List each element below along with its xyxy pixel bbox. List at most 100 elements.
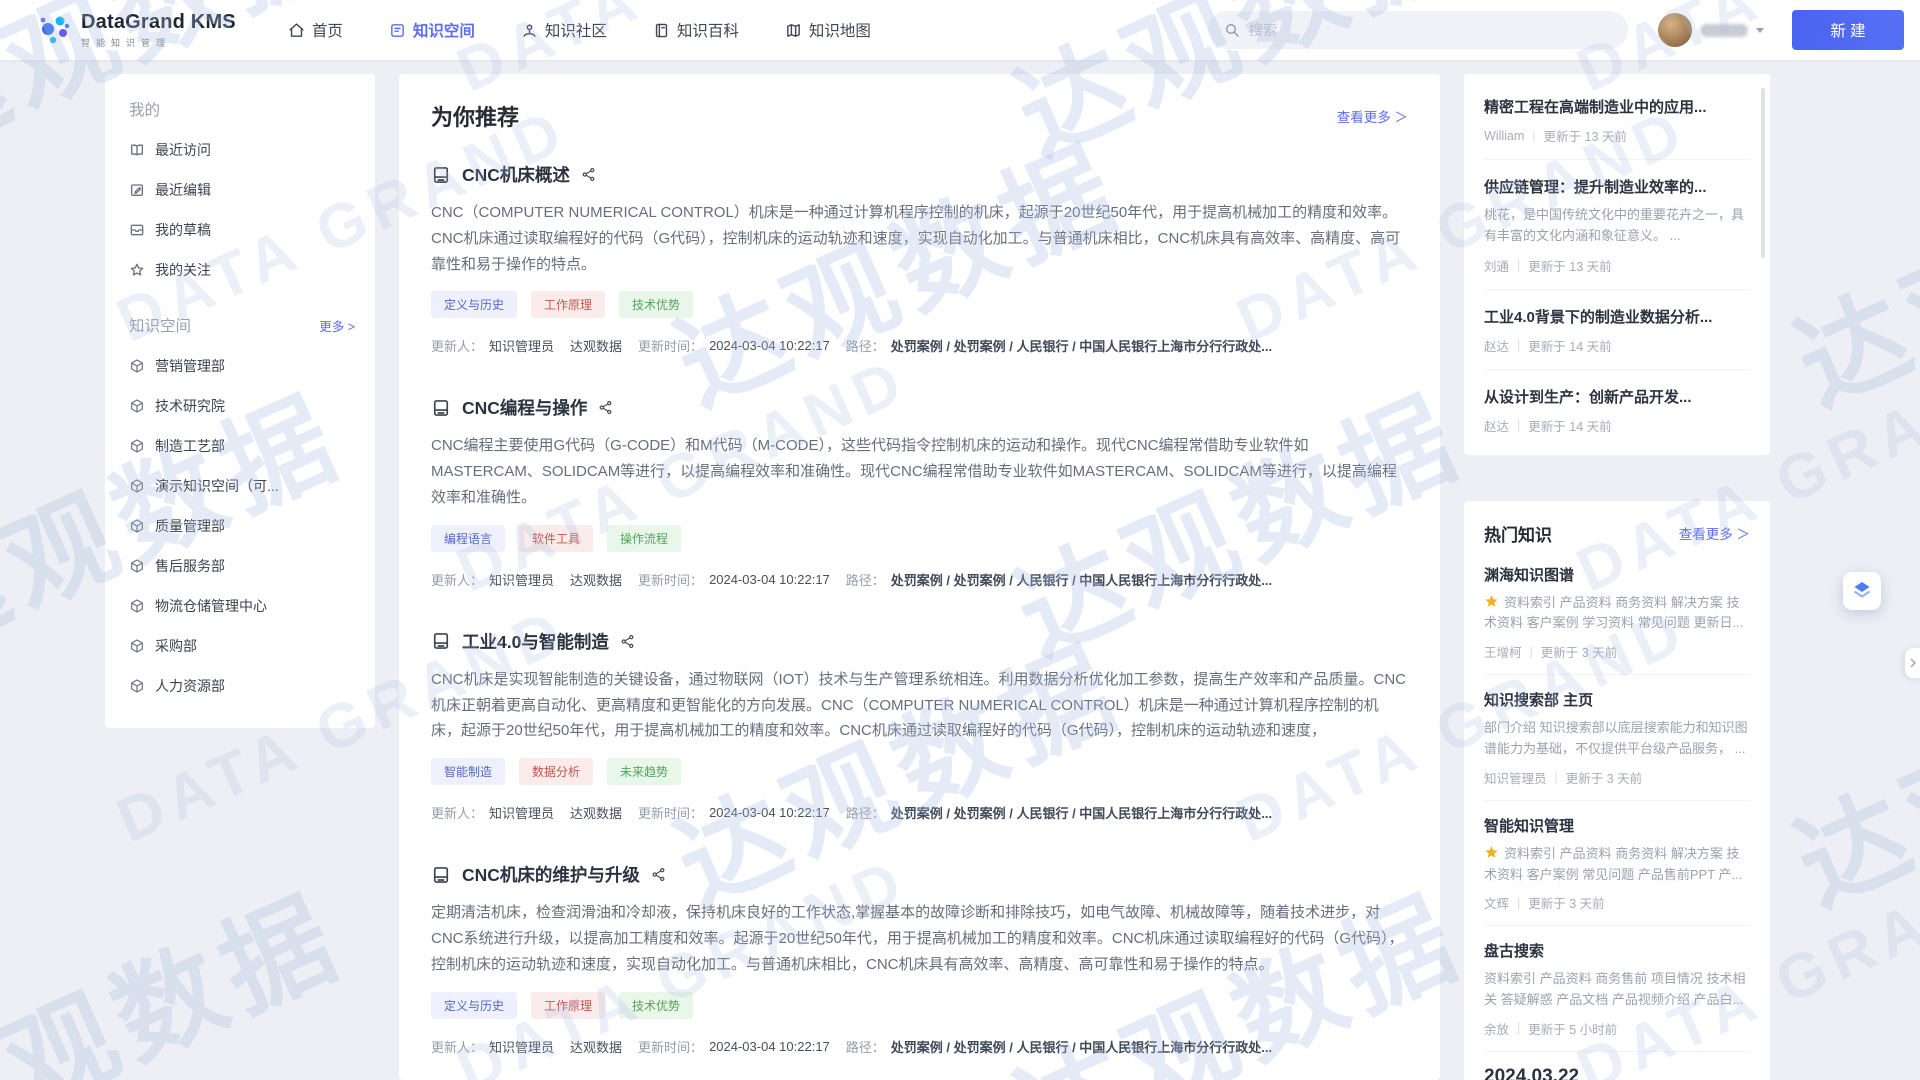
- article-description: 定期清洁机床，检查润滑油和冷却液，保持机床良好的工作状态,掌握基本的故障诊断和排…: [431, 900, 1408, 977]
- star-icon: [1484, 845, 1499, 859]
- hot-item[interactable]: 知识搜索部 主页 部门介绍 知识搜索部以底层搜索能力和知识图谱能力为基础，不仅提…: [1484, 675, 1750, 801]
- sidebar-space-logistics[interactable]: 物流仓储管理中心: [125, 586, 355, 626]
- article-meta: 更新人： 知识管理员 达观数据 更新时间： 2024-03-04 10:22:1…: [431, 570, 1408, 589]
- sidebar-space-quality[interactable]: 质量管理部: [125, 506, 355, 546]
- feed-scrollbar[interactable]: [1761, 88, 1765, 258]
- article-tag[interactable]: 软件工具: [519, 525, 593, 552]
- brand-logo[interactable]: DataGrand KMS 智能知识管理: [36, 11, 236, 49]
- article-card: CNC机床的维护与升级 定期清洁机床，检查润滑油和冷却液，保持机床良好的工作状态…: [431, 862, 1408, 1055]
- nav-label: 首页: [312, 19, 343, 41]
- view-more-link[interactable]: 查看更多 ＞: [1337, 106, 1408, 126]
- hot-item[interactable]: 智能知识管理 资料索引 产品资料 商务资料 解决方案 技术资料 客户案例 常见问…: [1484, 801, 1750, 927]
- sidebar-space-purchasing[interactable]: 采购部: [125, 626, 355, 666]
- article-tag[interactable]: 定义与历史: [431, 992, 517, 1019]
- article-tag[interactable]: 工作原理: [531, 992, 605, 1019]
- article-title[interactable]: CNC机床概述: [462, 162, 570, 187]
- article-meta: 更新人： 知识管理员 达观数据 更新时间： 2024-03-04 10:22:1…: [431, 803, 1408, 822]
- article-path[interactable]: 处罚案例 / 处罚案例 / 人民银行 / 中国人民银行上海市分行行政处...: [891, 336, 1272, 355]
- knowledge-space-icon: [389, 22, 406, 39]
- hot-item-author: 文辉: [1484, 893, 1509, 912]
- recommend-panel: 为你推荐 查看更多 ＞ CNC机床概述 CNC（COMPUTER NUMERIC…: [399, 74, 1440, 1080]
- share-icon[interactable]: [620, 634, 635, 649]
- sidebar-item-label: 营销管理部: [155, 356, 225, 376]
- article-tags: 编程语言 软件工具 操作流程: [431, 525, 1408, 552]
- nav-label: 知识空间: [413, 19, 475, 41]
- article-tags: 定义与历史 工作原理 技术优势: [431, 992, 1408, 1019]
- nav-label: 知识社区: [545, 19, 607, 41]
- article-path[interactable]: 处罚案例 / 处罚案例 / 人民银行 / 中国人民银行上海市分行行政处...: [891, 570, 1272, 589]
- document-icon: [431, 165, 451, 185]
- article-tag[interactable]: 操作流程: [607, 525, 681, 552]
- article-title[interactable]: CNC编程与操作: [462, 395, 587, 420]
- page-title: 为你推荐: [431, 100, 519, 132]
- article-tag[interactable]: 编程语言: [431, 525, 505, 552]
- feed-item-updated: 更新于 14 天前: [1528, 336, 1611, 355]
- ai-assistant-button[interactable]: [1843, 572, 1881, 610]
- sidebar-item-label: 我的关注: [155, 260, 211, 280]
- article-tag[interactable]: 技术优势: [619, 992, 693, 1019]
- nav-item-community[interactable]: 知识社区: [521, 19, 607, 41]
- nav-item-wiki[interactable]: 知识百科: [653, 19, 739, 41]
- hot-item-author: 知识管理员: [1484, 768, 1547, 787]
- hot-item[interactable]: 盘古搜索 资料索引 产品资料 商务售前 项目情况 技术相关 答疑解惑 产品文档 …: [1484, 926, 1750, 1052]
- global-search: [1208, 11, 1628, 49]
- article-path[interactable]: 处罚案例 / 处罚案例 / 人民银行 / 中国人民银行上海市分行行政处...: [891, 1037, 1272, 1056]
- nav-label: 知识地图: [809, 19, 871, 41]
- brand-subtitle: 智能知识管理: [81, 36, 236, 49]
- avatar[interactable]: [1658, 13, 1692, 47]
- feed-item[interactable]: 精密工程在高端制造业中的应用... William | 更新于 13 天前: [1484, 80, 1750, 160]
- nav-item-map[interactable]: 知识地图: [785, 19, 871, 41]
- article-title[interactable]: 工业4.0与智能制造: [462, 629, 609, 654]
- sidebar-space-aftersales[interactable]: 售后服务部: [125, 546, 355, 586]
- article-tag[interactable]: 工作原理: [531, 291, 605, 318]
- article-path[interactable]: 处罚案例 / 处罚案例 / 人民银行 / 中国人民银行上海市分行行政处...: [891, 803, 1272, 822]
- new-button[interactable]: 新 建: [1792, 10, 1904, 50]
- feed-item[interactable]: 从设计到生产：创新产品开发... 赵达 | 更新于 14 天前: [1484, 370, 1750, 449]
- sidebar-space-manufacturing[interactable]: 制造工艺部: [125, 426, 355, 466]
- feed-item-title: 供应链管理：提升制造业效率的...: [1484, 176, 1750, 197]
- nav-item-home[interactable]: 首页: [288, 19, 343, 41]
- sidebar-space-demo[interactable]: 演示知识空间（可...: [125, 466, 355, 506]
- hot-item-updated: 更新于 3 天前: [1566, 768, 1642, 787]
- sidebar-item-my-drafts[interactable]: 我的草稿: [125, 210, 355, 250]
- chevron-right-icon: [1909, 658, 1917, 668]
- article-tag[interactable]: 定义与历史: [431, 291, 517, 318]
- article-description: CNC编程主要使用G代码（G-CODE）和M代码（M-CODE），这些代码指令控…: [431, 433, 1408, 510]
- feed-item-updated: 更新于 13 天前: [1528, 256, 1611, 275]
- sidebar-space-marketing[interactable]: 营销管理部: [125, 346, 355, 386]
- article-title[interactable]: CNC机床的维护与升级: [462, 862, 640, 887]
- sidebar-item-recent-edits[interactable]: 最近编辑: [125, 170, 355, 210]
- article-tag[interactable]: 未来趋势: [607, 758, 681, 785]
- article-tag[interactable]: 智能制造: [431, 758, 505, 785]
- feed-item-desc: 桃花，是中国传统文化中的重要花卉之一，具有丰富的文化内涵和象征意义。 ...: [1484, 205, 1750, 247]
- sidebar-item-label: 我的草稿: [155, 220, 211, 240]
- sidebar-item-recent-visits[interactable]: 最近访问: [125, 130, 355, 170]
- share-icon[interactable]: [581, 167, 596, 182]
- feed-item[interactable]: 供应链管理：提升制造业效率的... 桃花，是中国传统文化中的重要花卉之一，具有丰…: [1484, 160, 1750, 290]
- hot-item[interactable]: 2024.03.22 代申 王军军 本周完成工作 知识图谱 【bug】排查并解决…: [1484, 1052, 1750, 1080]
- sidebar-space-tech-institute[interactable]: 技术研究院: [125, 386, 355, 426]
- logo-icon: [36, 12, 72, 48]
- book-icon: [653, 22, 670, 39]
- hot-item-title: 渊海知识图谱: [1484, 564, 1750, 585]
- hot-item-desc: 资料索引 产品资料 商务售前 项目情况 技术相关 答疑解惑 产品文档 产品视频介…: [1484, 969, 1750, 1011]
- sidebar-space-hr[interactable]: 人力资源部: [125, 666, 355, 706]
- feed-item[interactable]: 工业4.0背景下的制造业数据分析... 赵达 | 更新于 14 天前: [1484, 290, 1750, 370]
- user-menu[interactable]: [1658, 13, 1764, 47]
- user-name-redacted: [1700, 24, 1748, 37]
- panel-expand-handle[interactable]: [1905, 648, 1920, 678]
- article-tag[interactable]: 技术优势: [619, 291, 693, 318]
- hot-item-updated: 更新于 3 天前: [1541, 642, 1617, 661]
- space-more-link[interactable]: 更多 >: [319, 316, 355, 335]
- share-icon[interactable]: [651, 867, 666, 882]
- nav-item-knowledge-space[interactable]: 知识空间: [389, 19, 475, 41]
- hot-view-more-link[interactable]: 查看更多 ＞: [1679, 523, 1750, 543]
- feed-item-title: 精密工程在高端制造业中的应用...: [1484, 96, 1750, 117]
- sidebar-item-my-follows[interactable]: 我的关注: [125, 250, 355, 290]
- community-icon: [521, 22, 538, 39]
- search-icon: [1224, 22, 1240, 38]
- hot-item[interactable]: 渊海知识图谱 资料索引 产品资料 商务资料 解决方案 技术资料 客户案例 学习资…: [1484, 550, 1750, 676]
- article-tag[interactable]: 数据分析: [519, 758, 593, 785]
- share-icon[interactable]: [598, 400, 613, 415]
- search-input[interactable]: [1249, 22, 1612, 38]
